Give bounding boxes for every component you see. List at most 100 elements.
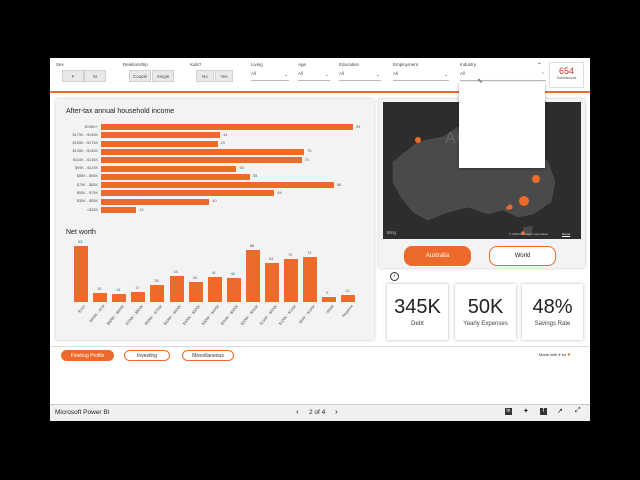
networth-value-label: 17 [135, 285, 140, 290]
income-bar[interactable] [101, 132, 221, 139]
networth-value-label: 44 [173, 269, 178, 274]
income-category-label: $95K - $115K [75, 166, 98, 170]
age-filter-label: Age [298, 62, 307, 67]
industry-filter-label: Industry [460, 62, 477, 67]
education-filter-label: Education [339, 62, 360, 67]
networth-value-label: 28 [154, 279, 159, 284]
submissions-count: 654 [558, 66, 575, 76]
networth-bar[interactable] [226, 277, 241, 302]
pin-icon[interactable]: ⌖ [538, 61, 541, 67]
made-with-credit: Made with ♥ by ✹ [539, 352, 571, 357]
income-category-label: $75K - $85K [76, 182, 98, 187]
income-bar[interactable] [101, 190, 275, 197]
share-icon[interactable]: ↗ [557, 407, 563, 415]
income-value-label: 75 [307, 149, 312, 154]
kpi-card-debt: 345K Debt [387, 284, 448, 340]
education-dropdown[interactable]: All ⌄ [339, 71, 381, 81]
income-value-label: 13 [139, 207, 144, 212]
submissions-label: Submissions [556, 76, 577, 80]
twitter-icon[interactable]: ✦ [523, 407, 529, 415]
map-terms-link[interactable]: Terms [562, 232, 570, 236]
relationship-option-couple[interactable]: Couple [129, 70, 151, 82]
tab-finebug-profile[interactable]: Finebug Profile [61, 350, 114, 361]
income-value-label: 64 [277, 190, 282, 195]
networth-bar[interactable] [322, 296, 337, 302]
income-bar[interactable] [101, 124, 353, 130]
tabs-divider [50, 346, 590, 347]
world-button[interactable]: World [489, 246, 556, 266]
info-icon[interactable]: i [390, 272, 399, 281]
age-dropdown[interactable]: All ⌄ [298, 71, 330, 81]
networth-bar[interactable] [284, 258, 299, 302]
income-category-label: $175K - $195K [72, 132, 98, 137]
kpi-debt-label: Debt [411, 321, 424, 327]
income-category-label: $55K - $75K [76, 190, 98, 195]
income-bar[interactable] [101, 182, 335, 189]
australia-button[interactable]: Australia [404, 246, 471, 266]
sex-option-m[interactable]: M [84, 70, 106, 82]
networth-bar[interactable] [131, 291, 146, 302]
income-bar[interactable] [101, 207, 137, 213]
networth-bar[interactable] [303, 257, 318, 302]
prev-page-icon[interactable]: ‹ [296, 407, 299, 416]
living-value: All [251, 71, 257, 76]
income-value-label: 44 [223, 132, 228, 137]
tab-miscellaneous[interactable]: Miscellaneous [182, 350, 234, 361]
networth-value-label: 41 [211, 271, 216, 276]
networth-bar[interactable] [245, 250, 260, 302]
income-bar[interactable] [101, 140, 218, 147]
income-bar[interactable] [101, 157, 302, 164]
networth-bar[interactable] [188, 282, 203, 302]
networth-bar[interactable] [150, 285, 165, 302]
networth-bar[interactable] [265, 263, 279, 302]
industry-dropdown-popup[interactable] [459, 82, 545, 168]
sex-option-f[interactable]: F [62, 70, 84, 82]
chevron-down-icon: ⌄ [283, 72, 288, 78]
networth-bar[interactable] [169, 275, 184, 302]
powerbi-footer: Microsoft Power BI ‹ 2 of 4 › in ✦ f ↗ ⤢ [50, 404, 590, 421]
chevron-down-icon: ⌄ [375, 72, 380, 78]
industry-dropdown[interactable]: All ⌃ [460, 71, 546, 81]
report-canvas: Sex F M Relationship Couple Single Kids?… [50, 58, 590, 404]
networth-value-label: 15 [97, 286, 102, 291]
facebook-icon[interactable]: f [540, 408, 547, 415]
income-value-label: 50 [239, 166, 244, 170]
employment-dropdown[interactable]: All ⌄ [393, 71, 449, 81]
income-value-label: 93 [356, 124, 361, 129]
fullscreen-icon[interactable]: ⤢ [575, 407, 581, 415]
networth-chart-title: Net worth [66, 229, 96, 236]
income-bar[interactable] [101, 148, 305, 155]
kpi-expenses-label: Yearly Expenses [463, 321, 508, 327]
kpi-savings-value: 48% [532, 296, 573, 318]
submissions-card: 654 Submissions [549, 62, 584, 88]
income-bar[interactable] [101, 173, 251, 180]
living-filter-label: Living [251, 62, 263, 67]
industry-value: All [460, 71, 466, 76]
networth-value-label: 33 [192, 276, 197, 281]
linkedin-icon[interactable]: in [505, 408, 512, 415]
income-bar[interactable] [101, 198, 210, 205]
income-category-label: $195K+ [84, 124, 98, 129]
networth-bar[interactable] [341, 294, 356, 302]
networth-bar[interactable] [207, 277, 222, 302]
kpi-debt-value: 345K [394, 296, 441, 318]
age-value: All [298, 71, 304, 76]
chevron-down-icon: ⌄ [443, 72, 448, 78]
income-category-label: <$35K [86, 207, 98, 212]
networth-value-label: 12 [345, 288, 350, 293]
next-page-icon[interactable]: › [335, 407, 338, 416]
kids-option-no[interactable]: No [196, 70, 214, 82]
tab-investing[interactable]: Investing [124, 350, 170, 361]
kids-option-yes[interactable]: Yes [215, 70, 233, 82]
relationship-option-single[interactable]: Single [152, 70, 174, 82]
networth-bar[interactable] [74, 246, 88, 302]
employment-value: All [393, 71, 399, 76]
kpi-savings-label: Savings Rate [534, 321, 571, 327]
networth-bar[interactable] [112, 293, 127, 302]
income-category-label: $85K - $95K [76, 174, 98, 179]
living-dropdown[interactable]: All ⌄ [251, 71, 289, 81]
education-value: All [339, 71, 345, 76]
networth-bar[interactable] [93, 292, 108, 302]
networth-value-label: 9 [326, 290, 329, 295]
income-bar[interactable] [101, 165, 237, 172]
